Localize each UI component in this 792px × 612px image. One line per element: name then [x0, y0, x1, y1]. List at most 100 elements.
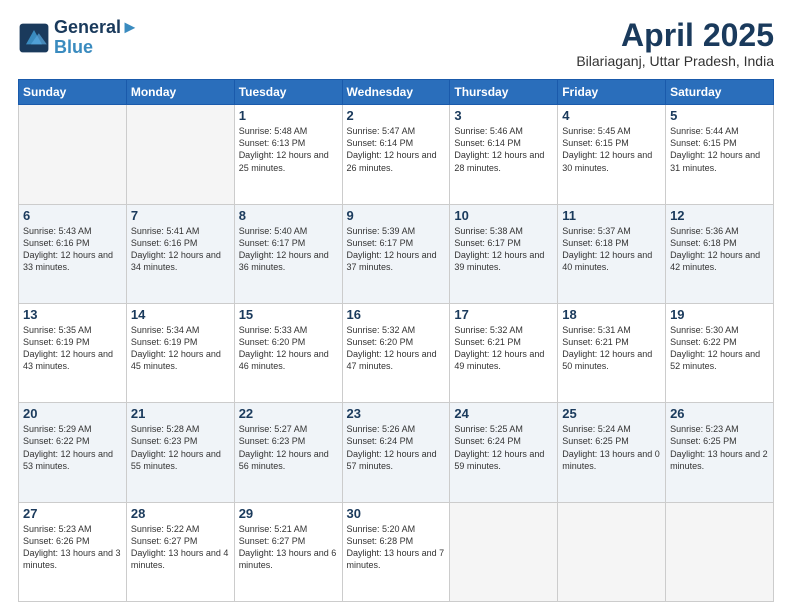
table-row: 27 Sunrise: 5:23 AMSunset: 6:26 PMDayligh… [19, 502, 127, 601]
day-number: 30 [347, 506, 446, 521]
calendar-week-row: 1 Sunrise: 5:48 AMSunset: 6:13 PMDaylight… [19, 105, 774, 204]
calendar-week-row: 6 Sunrise: 5:43 AMSunset: 6:16 PMDaylight… [19, 204, 774, 303]
table-row: 25 Sunrise: 5:24 AMSunset: 6:25 PMDayligh… [558, 403, 666, 502]
day-info: Sunrise: 5:37 AMSunset: 6:18 PMDaylight:… [562, 225, 661, 274]
col-monday: Monday [126, 80, 234, 105]
day-number: 22 [239, 406, 338, 421]
table-row: 9Sunrise: 5:39 AMSunset: 6:17 PMDaylight… [342, 204, 450, 303]
col-friday: Friday [558, 80, 666, 105]
day-info: Sunrise: 5:21 AMSunset: 6:27 PMDaylight:… [239, 523, 338, 572]
table-row [19, 105, 127, 204]
day-number: 24 [454, 406, 553, 421]
logo-text: General► Blue [54, 18, 139, 58]
logo: General► Blue [18, 18, 139, 58]
day-info: Sunrise: 5:44 AMSunset: 6:15 PMDaylight:… [670, 125, 769, 174]
day-number: 3 [454, 108, 553, 123]
day-info: Sunrise: 5:38 AMSunset: 6:17 PMDaylight:… [454, 225, 553, 274]
table-row: 29Sunrise: 5:21 AMSunset: 6:27 PMDayligh… [234, 502, 342, 601]
table-row: 4Sunrise: 5:45 AMSunset: 6:15 PMDaylight… [558, 105, 666, 204]
table-row: 21Sunrise: 5:28 AMSunset: 6:23 PMDayligh… [126, 403, 234, 502]
day-number: 5 [670, 108, 769, 123]
title-block: April 2025 Bilariaganj, Uttar Pradesh, I… [576, 18, 774, 69]
day-info: Sunrise: 5:35 AMSunset: 6:19 PMDaylight:… [23, 324, 122, 373]
calendar-table: Sunday Monday Tuesday Wednesday Thursday… [18, 79, 774, 602]
day-number: 19 [670, 307, 769, 322]
day-info: Sunrise: 5:27 AMSunset: 6:23 PMDaylight:… [239, 423, 338, 472]
day-info: Sunrise: 5:41 AMSunset: 6:16 PMDaylight:… [131, 225, 230, 274]
table-row [558, 502, 666, 601]
day-number: 13 [23, 307, 122, 322]
table-row: 13 Sunrise: 5:35 AMSunset: 6:19 PMDayligh… [19, 303, 127, 402]
table-row: 14 Sunrise: 5:34 AMSunset: 6:19 PMDayligh… [126, 303, 234, 402]
day-info: Sunrise: 5:43 AMSunset: 6:16 PMDaylight:… [23, 225, 122, 274]
table-row: 2 Sunrise: 5:47 AMSunset: 6:14 PMDaylight… [342, 105, 450, 204]
day-number: 11 [562, 208, 661, 223]
day-info: Sunrise: 5:30 AMSunset: 6:22 PMDaylight:… [670, 324, 769, 373]
day-info: Sunrise: 5:31 AMSunset: 6:21 PMDaylight:… [562, 324, 661, 373]
table-row: 1 Sunrise: 5:48 AMSunset: 6:13 PMDaylight… [234, 105, 342, 204]
day-info: Sunrise: 5:48 AMSunset: 6:13 PMDaylight:… [239, 125, 338, 174]
col-thursday: Thursday [450, 80, 558, 105]
table-row: 24 Sunrise: 5:25 AMSunset: 6:24 PMDayligh… [450, 403, 558, 502]
day-number: 14 [131, 307, 230, 322]
day-info: Sunrise: 5:36 AMSunset: 6:18 PMDaylight:… [670, 225, 769, 274]
month-title: April 2025 [576, 18, 774, 53]
day-number: 16 [347, 307, 446, 322]
table-row: 3 Sunrise: 5:46 AMSunset: 6:14 PMDaylight… [450, 105, 558, 204]
day-number: 27 [23, 506, 122, 521]
day-number: 17 [454, 307, 553, 322]
subtitle: Bilariaganj, Uttar Pradesh, India [576, 53, 774, 69]
day-number: 6 [23, 208, 122, 223]
logo-icon [18, 22, 50, 54]
col-tuesday: Tuesday [234, 80, 342, 105]
day-info: Sunrise: 5:40 AMSunset: 6:17 PMDaylight:… [239, 225, 338, 274]
table-row: 20 Sunrise: 5:29 AMSunset: 6:22 PMDayligh… [19, 403, 127, 502]
day-info: Sunrise: 5:23 AMSunset: 6:25 PMDaylight:… [670, 423, 769, 472]
day-info: Sunrise: 5:28 AMSunset: 6:23 PMDaylight:… [131, 423, 230, 472]
day-number: 8 [239, 208, 338, 223]
calendar-week-row: 20 Sunrise: 5:29 AMSunset: 6:22 PMDayligh… [19, 403, 774, 502]
day-info: Sunrise: 5:32 AMSunset: 6:21 PMDaylight:… [454, 324, 553, 373]
table-row: 5 Sunrise: 5:44 AMSunset: 6:15 PMDaylight… [666, 105, 774, 204]
day-number: 25 [562, 406, 661, 421]
day-number: 2 [347, 108, 446, 123]
table-row [126, 105, 234, 204]
calendar-header-row: Sunday Monday Tuesday Wednesday Thursday… [19, 80, 774, 105]
day-number: 12 [670, 208, 769, 223]
day-info: Sunrise: 5:29 AMSunset: 6:22 PMDaylight:… [23, 423, 122, 472]
header: General► Blue April 2025 Bilariaganj, Ut… [18, 18, 774, 69]
table-row: 6 Sunrise: 5:43 AMSunset: 6:16 PMDaylight… [19, 204, 127, 303]
col-sunday: Sunday [19, 80, 127, 105]
table-row: 12 Sunrise: 5:36 AMSunset: 6:18 PMDayligh… [666, 204, 774, 303]
day-info: Sunrise: 5:33 AMSunset: 6:20 PMDaylight:… [239, 324, 338, 373]
table-row: 22 Sunrise: 5:27 AMSunset: 6:23 PMDayligh… [234, 403, 342, 502]
day-info: Sunrise: 5:39 AMSunset: 6:17 PMDaylight:… [347, 225, 446, 274]
page: General► Blue April 2025 Bilariaganj, Ut… [0, 0, 792, 612]
table-row: 26Sunrise: 5:23 AMSunset: 6:25 PMDayligh… [666, 403, 774, 502]
table-row [666, 502, 774, 601]
day-number: 10 [454, 208, 553, 223]
day-info: Sunrise: 5:32 AMSunset: 6:20 PMDaylight:… [347, 324, 446, 373]
table-row: 30 Sunrise: 5:20 AMSunset: 6:28 PMDayligh… [342, 502, 450, 601]
day-info: Sunrise: 5:45 AMSunset: 6:15 PMDaylight:… [562, 125, 661, 174]
calendar-week-row: 13 Sunrise: 5:35 AMSunset: 6:19 PMDayligh… [19, 303, 774, 402]
table-row: 28Sunrise: 5:22 AMSunset: 6:27 PMDayligh… [126, 502, 234, 601]
day-number: 28 [131, 506, 230, 521]
day-number: 7 [131, 208, 230, 223]
day-info: Sunrise: 5:34 AMSunset: 6:19 PMDaylight:… [131, 324, 230, 373]
day-info: Sunrise: 5:20 AMSunset: 6:28 PMDaylight:… [347, 523, 446, 572]
day-info: Sunrise: 5:24 AMSunset: 6:25 PMDaylight:… [562, 423, 661, 472]
day-info: Sunrise: 5:46 AMSunset: 6:14 PMDaylight:… [454, 125, 553, 174]
day-number: 23 [347, 406, 446, 421]
day-number: 1 [239, 108, 338, 123]
col-wednesday: Wednesday [342, 80, 450, 105]
table-row [450, 502, 558, 601]
day-number: 15 [239, 307, 338, 322]
day-info: Sunrise: 5:23 AMSunset: 6:26 PMDaylight:… [23, 523, 122, 572]
day-number: 18 [562, 307, 661, 322]
day-info: Sunrise: 5:47 AMSunset: 6:14 PMDaylight:… [347, 125, 446, 174]
day-number: 20 [23, 406, 122, 421]
day-info: Sunrise: 5:25 AMSunset: 6:24 PMDaylight:… [454, 423, 553, 472]
table-row: 23Sunrise: 5:26 AMSunset: 6:24 PMDayligh… [342, 403, 450, 502]
table-row: 7 Sunrise: 5:41 AMSunset: 6:16 PMDaylight… [126, 204, 234, 303]
